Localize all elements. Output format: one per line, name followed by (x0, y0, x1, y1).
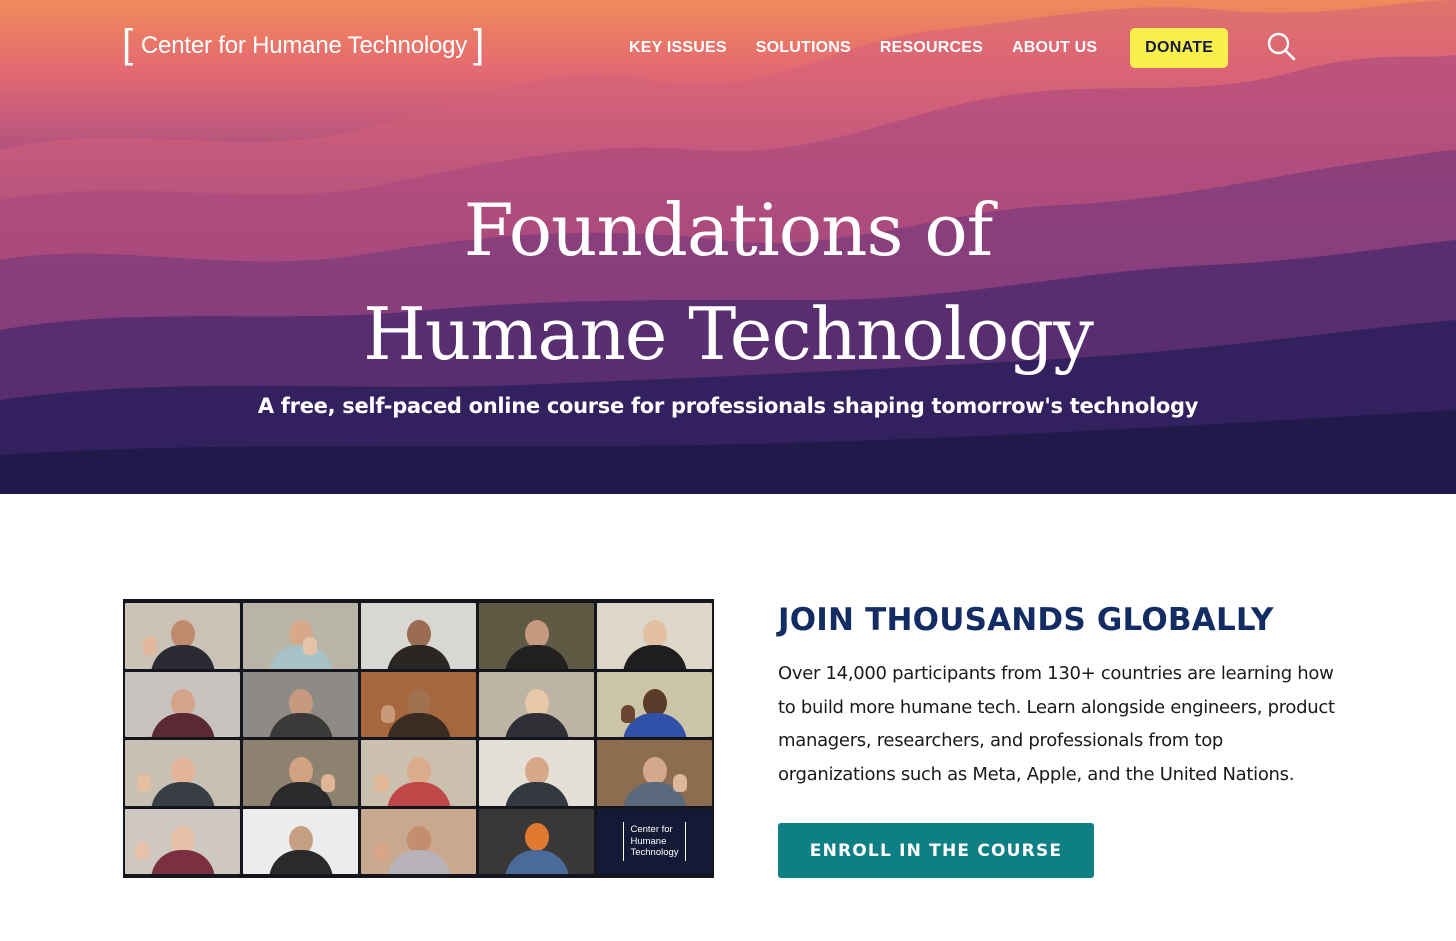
participant-tile (479, 671, 594, 737)
cht-logo-text: Center for Humane Technology (623, 822, 686, 861)
participant-tile (125, 740, 240, 806)
hero-title-line-1: Foundations of (463, 188, 994, 272)
nav-item-about-us[interactable]: ABOUT US (1012, 30, 1097, 66)
join-heading: JOIN THOUSANDS GLOBALLY (778, 602, 1274, 638)
donate-button[interactable]: DONATE (1130, 28, 1229, 68)
participant-tile (361, 671, 476, 737)
participant-tile (361, 740, 476, 806)
logo-bracket-right: ] (473, 22, 484, 66)
video-call-participants-photo: Center for Humane Technology (123, 599, 714, 878)
participant-tile (243, 808, 358, 874)
search-icon[interactable] (1266, 31, 1296, 61)
participant-tile (479, 740, 594, 806)
site-logo-text: Center for Humane Technology (140, 32, 468, 59)
participant-tile (361, 808, 476, 874)
participant-tile (243, 740, 358, 806)
participant-tile (243, 671, 358, 737)
participant-tile (479, 808, 594, 874)
cht-logo-tile: Center for Humane Technology (597, 808, 712, 874)
nav-item-key-issues[interactable]: KEY ISSUES (629, 30, 727, 66)
enroll-course-button[interactable]: ENROLL IN THE COURSE (778, 823, 1094, 878)
join-body-text: Over 14,000 participants from 130+ count… (778, 663, 1335, 785)
hero-title: Foundations of Humane Technology (0, 178, 1456, 386)
participant-tile (479, 603, 594, 669)
participant-tile (125, 808, 240, 874)
nav-item-solutions[interactable]: SOLUTIONS (756, 30, 851, 66)
logo-bracket-left: [ (122, 22, 133, 66)
participant-tile (597, 671, 712, 737)
main-nav: KEY ISSUES SOLUTIONS RESOURCES ABOUT US … (629, 28, 1229, 68)
hero-subtitle: A free, self-paced online course for pro… (257, 394, 1199, 418)
nav-item-resources[interactable]: RESOURCES (880, 30, 983, 66)
participant-tile (125, 671, 240, 737)
participant-tile (361, 603, 476, 669)
participant-tile (597, 603, 712, 669)
site-logo[interactable]: [ Center for Humane Technology ] (122, 24, 484, 68)
participant-tile (597, 740, 712, 806)
hero-banner: [ Center for Humane Technology ] KEY ISS… (0, 0, 1456, 494)
hero-title-line-2: Humane Technology (363, 292, 1094, 376)
participant-tile (243, 603, 358, 669)
participant-tile (125, 603, 240, 669)
